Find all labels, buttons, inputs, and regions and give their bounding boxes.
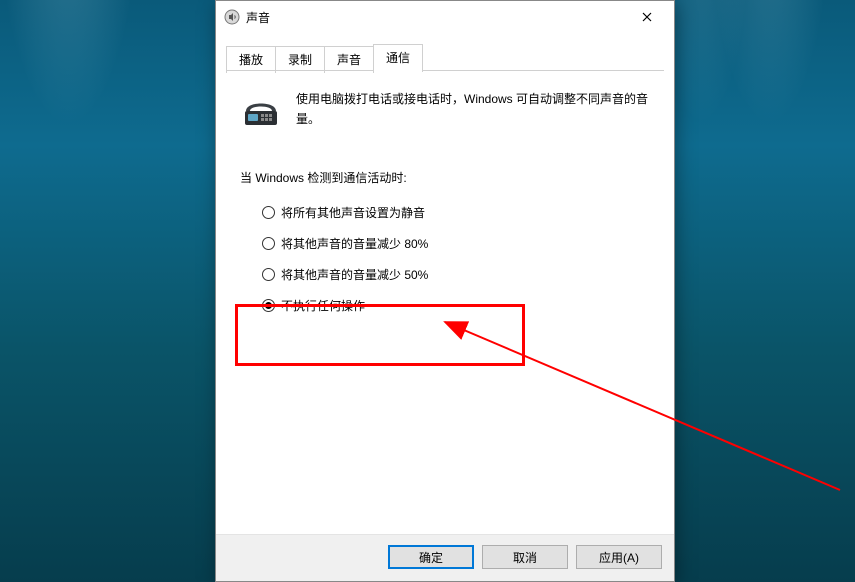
tab-recording[interactable]: 录制 (275, 46, 325, 73)
radio-label: 不执行任何操作 (281, 297, 365, 314)
phone-icon (240, 89, 282, 131)
radio-reduce-50[interactable]: 将其他声音的音量减少 50% (262, 266, 650, 283)
tab-label: 播放 (239, 53, 263, 67)
tabstrip: 播放 录制 声音 通信 (216, 33, 674, 71)
apply-button[interactable]: 应用(A) (576, 545, 662, 569)
radio-icon (262, 268, 275, 281)
radio-label: 将所有其他声音设置为静音 (281, 204, 425, 221)
intro-row: 使用电脑拨打电话或接电话时，Windows 可自动调整不同声音的音量。 (240, 89, 650, 131)
close-button[interactable] (624, 2, 670, 32)
radio-icon (262, 299, 275, 312)
radio-mute-all[interactable]: 将所有其他声音设置为静音 (262, 204, 650, 221)
tab-sounds[interactable]: 声音 (324, 46, 374, 73)
tab-label: 录制 (288, 53, 312, 67)
tab-label: 声音 (337, 53, 361, 67)
radio-icon (262, 206, 275, 219)
close-icon (642, 12, 652, 22)
radio-do-nothing[interactable]: 不执行任何操作 (262, 297, 650, 314)
ok-button[interactable]: 确定 (388, 545, 474, 569)
titlebar[interactable]: 声音 (216, 1, 674, 33)
tab-playback[interactable]: 播放 (226, 46, 276, 73)
window-title: 声音 (246, 9, 624, 26)
radio-label: 将其他声音的音量减少 50% (281, 266, 428, 283)
radio-label: 将其他声音的音量减少 80% (281, 235, 428, 252)
tab-communications[interactable]: 通信 (373, 44, 423, 72)
tab-label: 通信 (386, 51, 410, 65)
section-heading: 当 Windows 检测到通信活动时: (240, 169, 650, 186)
intro-text: 使用电脑拨打电话或接电话时，Windows 可自动调整不同声音的音量。 (296, 89, 650, 130)
radio-group: 将所有其他声音设置为静音 将其他声音的音量减少 80% 将其他声音的音量减少 5… (240, 204, 650, 314)
cancel-button[interactable]: 取消 (482, 545, 568, 569)
radio-icon (262, 237, 275, 250)
dialog-button-row: 确定 取消 应用(A) (216, 534, 674, 581)
sound-dialog: 声音 播放 录制 声音 通信 使用电脑拨打电话或接电话时，Windows 可自 (215, 0, 675, 582)
tab-panel-communications: 使用电脑拨打电话或接电话时，Windows 可自动调整不同声音的音量。 当 Wi… (216, 71, 674, 534)
radio-reduce-80[interactable]: 将其他声音的音量减少 80% (262, 235, 650, 252)
sound-app-icon (224, 9, 240, 25)
